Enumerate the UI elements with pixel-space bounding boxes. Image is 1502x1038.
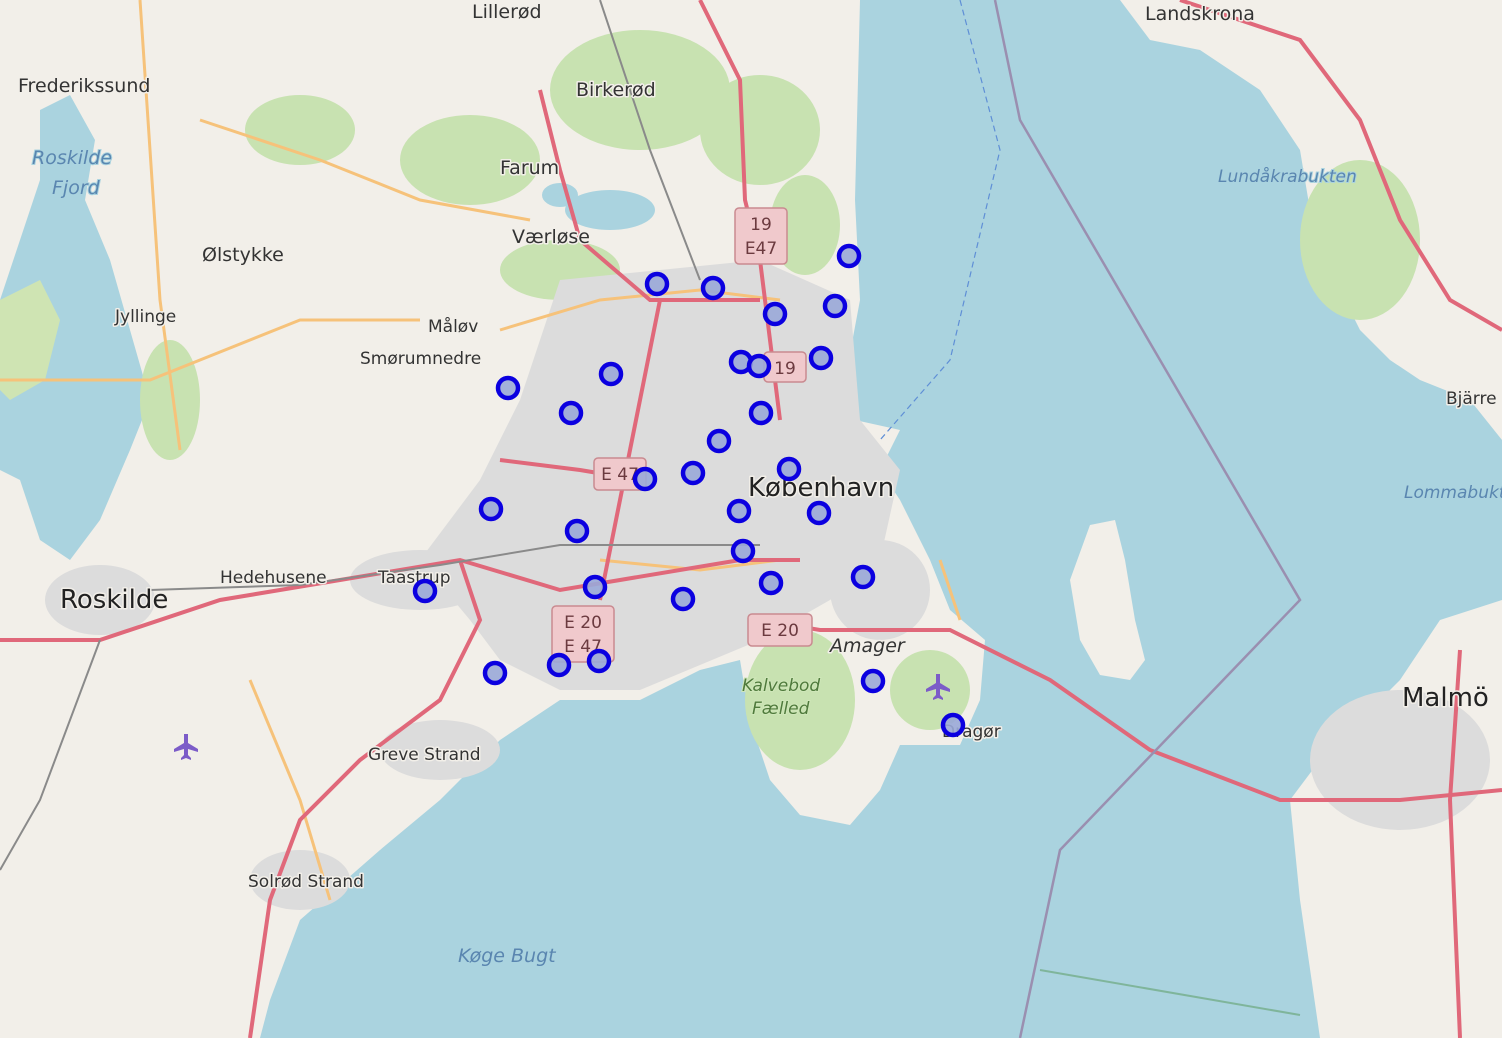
station-marker[interactable]: [598, 361, 624, 387]
station-marker[interactable]: [632, 466, 658, 492]
station-marker[interactable]: [746, 353, 772, 379]
road-shield: E 20: [747, 613, 813, 647]
road-shield-label: E 20: [564, 613, 602, 633]
place-label: Amager: [828, 635, 906, 657]
station-marker[interactable]: [822, 293, 848, 319]
station-marker[interactable]: [412, 578, 438, 604]
station-marker[interactable]: [808, 345, 834, 371]
road-shield: 19E47: [734, 207, 788, 265]
station-marker[interactable]: [940, 712, 966, 738]
place-label: Greve Strand: [368, 745, 481, 765]
place-label: Malmö: [1402, 683, 1489, 713]
station-marker[interactable]: [776, 456, 802, 482]
station-marker[interactable]: [850, 564, 876, 590]
place-label: Frederikssund: [18, 75, 150, 97]
station-marker[interactable]: [730, 538, 756, 564]
station-marker[interactable]: [726, 498, 752, 524]
road-shield-label: E 20: [761, 621, 799, 641]
place-label: Smørumnedre: [360, 349, 481, 369]
station-marker[interactable]: [564, 518, 590, 544]
place-label: Lillerød: [472, 1, 542, 23]
map-canvas[interactable]: Lillerød Landskrona Frederikssund Birker…: [0, 0, 1502, 1038]
nature-label: Kalvebod: [742, 676, 820, 696]
station-marker[interactable]: [762, 301, 788, 327]
station-marker[interactable]: [482, 660, 508, 686]
station-marker[interactable]: [680, 460, 706, 486]
station-marker[interactable]: [706, 428, 732, 454]
station-marker[interactable]: [546, 652, 572, 678]
station-marker[interactable]: [670, 586, 696, 612]
station-marker[interactable]: [582, 574, 608, 600]
station-marker[interactable]: [495, 375, 521, 401]
water-label: Køge Bugt: [458, 945, 557, 967]
place-label: Ølstykke: [202, 244, 284, 266]
place-label: Solrød Strand: [248, 872, 364, 892]
road-shield-label: E47: [745, 239, 777, 259]
place-label: Værløse: [512, 226, 590, 248]
station-marker[interactable]: [700, 275, 726, 301]
place-label: København: [748, 473, 894, 503]
place-label: Roskilde: [60, 585, 168, 615]
place-label: Bjärre: [1446, 389, 1497, 409]
water-label: Fjord: [52, 177, 101, 199]
place-label: Måløv: [428, 316, 478, 337]
place-label: Taastrup: [377, 568, 450, 588]
station-marker[interactable]: [644, 271, 670, 297]
station-marker[interactable]: [558, 400, 584, 426]
station-marker[interactable]: [860, 668, 886, 694]
water-label: Lundåkrabukten: [1218, 166, 1357, 187]
nature-label: Fælled: [752, 699, 810, 719]
road-shield-label: 19: [774, 359, 796, 379]
place-label: Landskrona: [1145, 3, 1255, 25]
station-marker[interactable]: [586, 648, 612, 674]
place-label: Hedehusene: [220, 568, 327, 588]
station-marker[interactable]: [806, 500, 832, 526]
water-label: Lommabukt: [1404, 483, 1502, 503]
station-marker[interactable]: [748, 400, 774, 426]
place-label: Birkerød: [576, 79, 656, 101]
place-label: Farum: [500, 157, 559, 179]
water-label: Roskilde: [32, 147, 112, 169]
road-shield-label: 19: [750, 215, 772, 235]
station-marker[interactable]: [836, 243, 862, 269]
station-marker[interactable]: [758, 570, 784, 596]
place-label: Jyllinge: [114, 307, 176, 327]
station-marker[interactable]: [478, 496, 504, 522]
